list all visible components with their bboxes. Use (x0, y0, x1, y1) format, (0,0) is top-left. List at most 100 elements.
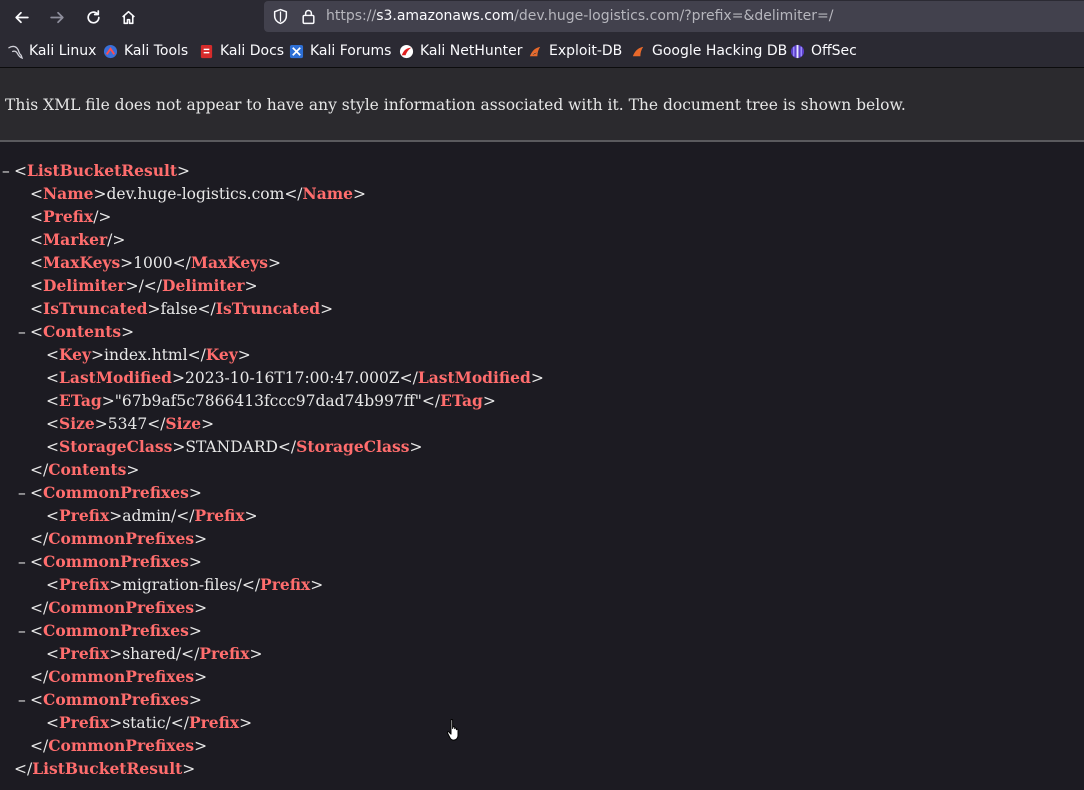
address-bar[interactable]: https://s3.amazonaws.com/dev.huge-logist… (264, 1, 1084, 32)
reload-button[interactable] (79, 3, 107, 31)
lastmodified-value: 2023-10-16T17:00:47.000Z (185, 369, 400, 387)
kali-docs-icon (200, 44, 213, 58)
collapse-toggle[interactable]: – (18, 321, 30, 344)
bookmark-kali-linux[interactable]: Kali Linux (8, 42, 96, 60)
bookmark-label: Kali Tools (124, 43, 189, 59)
url-scheme: https:// (326, 8, 377, 24)
bookmark-kali-tools[interactable]: Kali Tools (103, 42, 188, 60)
etag-value: "67b9af5c7866413fccc97dad74b997ff" (114, 392, 422, 410)
prefix-value: shared/ (122, 645, 182, 663)
tag-name: CommonPrefixes (48, 736, 195, 755)
reload-icon (86, 9, 100, 24)
collapse-toggle[interactable]: – (18, 620, 30, 643)
key-value: index.html (104, 346, 188, 364)
url-host: s3.amazonaws.com (376, 8, 515, 24)
xml-node-key: <Key>index.html</Key> (46, 345, 251, 364)
ghdb-icon (632, 46, 644, 56)
collapse-toggle[interactable]: – (18, 482, 30, 505)
tag-name: Prefix (59, 575, 110, 594)
url-text[interactable]: https://s3.amazonaws.com/dev.huge-logist… (326, 7, 833, 26)
bookmark-label: Exploit-DB (549, 43, 623, 59)
tracking-protection-shield-icon[interactable] (272, 8, 289, 25)
size-value: 5347 (107, 415, 148, 433)
url-path: /dev.huge-logistics.com/?prefix=&delimit… (514, 8, 834, 24)
back-button[interactable] (7, 3, 35, 31)
tag-name: CommonPrefixes (48, 529, 195, 548)
xml-node-name: <Name>dev.huge-logistics.com</Name> (30, 184, 367, 203)
tag-name: Delimiter (43, 276, 126, 295)
tag-name: ListBucketResult (27, 161, 178, 180)
xml-node-listbucketresult: – <ListBucketResult> (2, 159, 190, 182)
exploit-db-icon (529, 46, 541, 56)
kali-tools-icon (103, 44, 118, 58)
tag-name: Contents (48, 460, 127, 479)
tag-name: Prefix (59, 713, 110, 732)
bookmark-kali-forums[interactable]: Kali Forums (289, 42, 391, 60)
bookmark-kali-nethunter[interactable]: Kali NetHunter (399, 42, 522, 60)
bookmark-label: OffSec (811, 43, 857, 59)
tag-name: Size (59, 414, 95, 433)
tag-name: Name (43, 184, 94, 203)
tag-name: Prefix (194, 506, 245, 525)
kali-dragon-icon (8, 45, 23, 59)
tag-name: ETag (440, 391, 483, 410)
xml-node-contents-close: </Contents> (30, 460, 140, 479)
delimiter-value: / (138, 277, 144, 295)
collapse-toggle[interactable]: – (18, 551, 30, 574)
bookmark-label: Kali Forums (310, 43, 392, 59)
bookmarks-toolbar: Kali Linux Kali Tools Kali Docs Kali For… (0, 33, 1084, 68)
xml-node-prefix-value: <Prefix>admin/</Prefix> (46, 506, 258, 525)
prefix-value: static/ (122, 714, 171, 732)
maxkeys-value: 1000 (133, 254, 173, 272)
tag-name: IsTruncated (215, 299, 321, 318)
tag-name: CommonPrefixes (43, 690, 189, 709)
xml-node-istruncated: <IsTruncated>false</IsTruncated> (30, 299, 334, 318)
xml-node-contents: – <Contents> (18, 320, 134, 343)
bookmark-label: Kali Linux (29, 43, 97, 59)
tag-name: Prefix (59, 644, 110, 663)
nethunter-icon (399, 44, 414, 58)
tag-name: LastModified (417, 368, 531, 387)
bookmark-label: Kali NetHunter (420, 43, 523, 59)
xml-document-tree: – <ListBucketResult> <Name>dev.huge-logis… (0, 142, 1084, 790)
tag-name: CommonPrefixes (48, 667, 195, 686)
tag-name: Prefix (199, 644, 250, 663)
tag-name: Prefix (43, 207, 94, 226)
bookmark-kali-docs[interactable]: Kali Docs (199, 42, 284, 60)
xml-node-size: <Size>5347</Size> (46, 414, 215, 433)
xml-viewer-header: This XML file does not appear to have an… (0, 68, 1084, 142)
collapse-toggle[interactable]: – (18, 689, 30, 712)
prefix-value: admin/ (122, 507, 177, 525)
home-button[interactable] (114, 3, 142, 31)
tag-name: CommonPrefixes (48, 598, 195, 617)
xml-style-notice: This XML file does not appear to have an… (5, 96, 906, 114)
tag-name: IsTruncated (43, 299, 148, 318)
tag-name: LastModified (59, 368, 173, 387)
tag-name: Size (165, 414, 202, 433)
xml-node-prefix-value: <Prefix>migration-files/</Prefix> (46, 575, 324, 594)
bookmark-google-hacking-db[interactable]: Google Hacking DB (631, 42, 787, 60)
xml-node-prefix: <Prefix/> (30, 207, 112, 226)
bookmark-exploit-db[interactable]: Exploit-DB (528, 42, 622, 60)
tag-name: Key (59, 345, 91, 364)
tag-name: Key (205, 345, 238, 364)
home-icon (121, 10, 135, 24)
xml-node-storageclass: <StorageClass>STANDARD</StorageClass> (46, 437, 423, 456)
tag-name: ETag (59, 391, 102, 410)
kali-forums-icon (289, 44, 304, 58)
tag-name: Marker (43, 230, 108, 249)
xml-node-prefix-value: <Prefix>shared/</Prefix> (46, 644, 263, 663)
tag-name: Prefix (59, 506, 110, 525)
xml-node-lastmodified: <LastModified>2023-10-16T17:00:47.000Z</… (46, 368, 544, 387)
tag-name: MaxKeys (190, 253, 269, 272)
lock-icon[interactable] (300, 8, 317, 25)
storageclass-value: STANDARD (185, 438, 278, 456)
offsec-icon (790, 44, 805, 58)
collapse-toggle[interactable]: – (2, 160, 14, 183)
forward-button[interactable] (43, 3, 71, 31)
arrow-right-icon (49, 11, 64, 23)
arrow-left-icon (14, 11, 29, 23)
navigation-toolbar: https://s3.amazonaws.com/dev.huge-logist… (0, 0, 1084, 33)
bookmark-offsec[interactable]: OffSec (790, 42, 857, 60)
xml-node-listbucketresult-close: </ListBucketResult> (14, 759, 196, 778)
